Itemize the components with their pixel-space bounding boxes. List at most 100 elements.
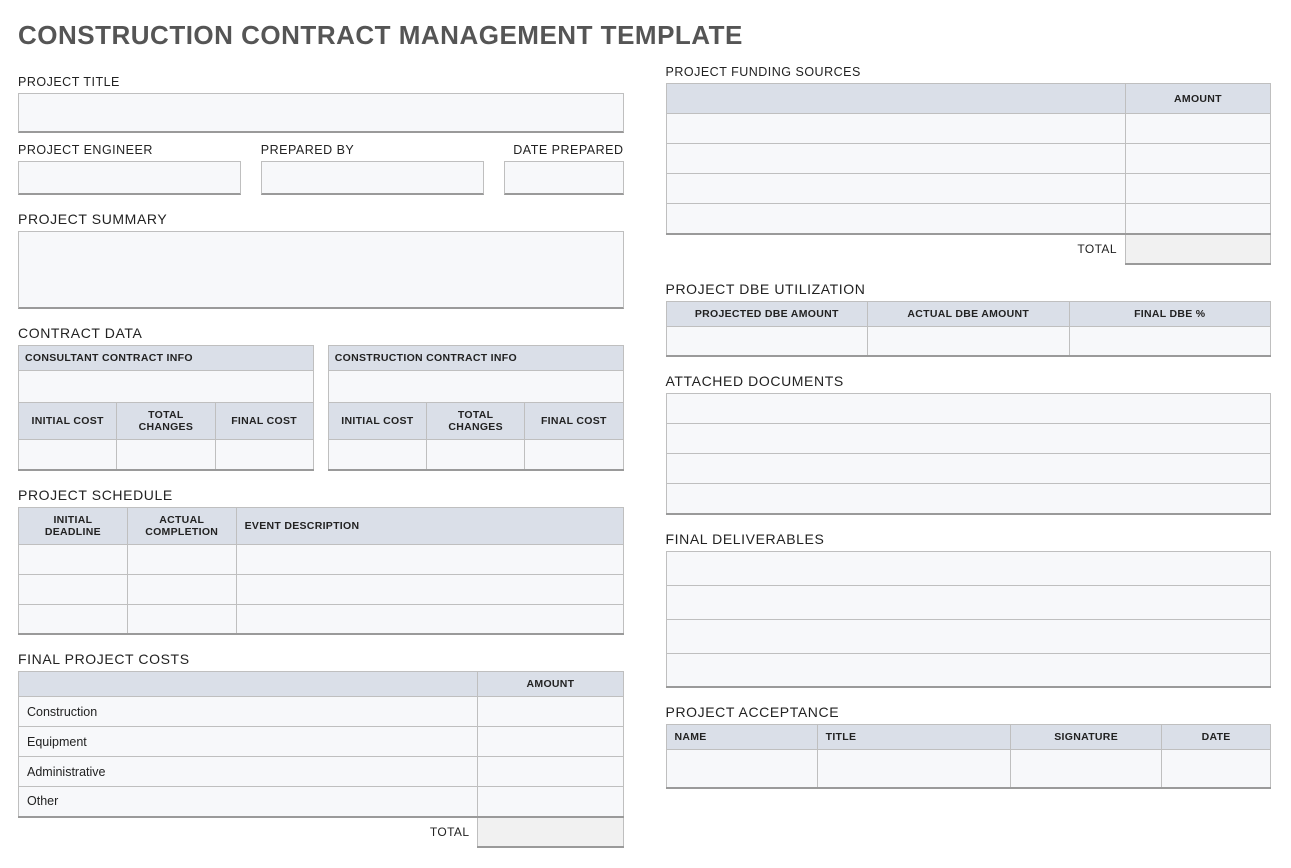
final-dbe-pct-cell[interactable] xyxy=(1069,326,1271,356)
blank-header xyxy=(666,84,1125,114)
project-schedule-table: INITIAL DEADLINE ACTUAL COMPLETION EVENT… xyxy=(18,507,624,636)
funding-sources-label: PROJECT FUNDING SOURCES xyxy=(666,65,1272,79)
project-engineer-label: PROJECT ENGINEER xyxy=(18,143,241,157)
final-project-costs-label: FINAL PROJECT COSTS xyxy=(18,651,624,667)
table-cell[interactable] xyxy=(666,454,1271,484)
name-header: NAME xyxy=(666,725,817,750)
projected-dbe-header: PROJECTED DBE AMOUNT xyxy=(666,301,868,326)
dbe-table: PROJECTED DBE AMOUNT ACTUAL DBE AMOUNT F… xyxy=(666,301,1272,358)
project-summary-label: PROJECT SUMMARY xyxy=(18,211,624,227)
table-cell[interactable] xyxy=(666,174,1125,204)
table-cell[interactable] xyxy=(19,604,128,634)
project-title-label: PROJECT TITLE xyxy=(18,75,624,89)
consultant-final-cost[interactable] xyxy=(215,440,313,470)
consultant-initial-cost[interactable] xyxy=(19,440,117,470)
table-cell[interactable] xyxy=(1125,114,1270,144)
event-description-header: EVENT DESCRIPTION xyxy=(236,507,623,544)
cost-row-label: Other xyxy=(19,787,478,817)
amount-header: AMOUNT xyxy=(478,672,623,697)
table-cell[interactable] xyxy=(127,544,236,574)
cost-row-label: Equipment xyxy=(19,727,478,757)
table-cell[interactable] xyxy=(19,574,128,604)
table-cell[interactable] xyxy=(1125,174,1270,204)
initial-deadline-header: INITIAL DEADLINE xyxy=(19,507,128,544)
project-title-input[interactable] xyxy=(18,93,624,133)
acceptance-name-cell[interactable] xyxy=(666,750,817,788)
cost-row-label: Administrative xyxy=(19,757,478,787)
table-cell[interactable] xyxy=(1125,144,1270,174)
total-changes-header-2: TOTAL CHANGES xyxy=(427,403,525,440)
table-cell[interactable] xyxy=(236,544,623,574)
table-cell[interactable] xyxy=(666,619,1271,653)
blank-header xyxy=(19,672,478,697)
table-cell[interactable] xyxy=(127,574,236,604)
cost-row-amount[interactable] xyxy=(478,727,623,757)
table-cell[interactable] xyxy=(666,424,1271,454)
total-amount[interactable] xyxy=(1125,234,1270,264)
right-column: PROJECT FUNDING SOURCES AMOUNT TOTAL PRO… xyxy=(666,65,1272,848)
project-summary-input[interactable] xyxy=(18,231,624,309)
table-cell[interactable] xyxy=(666,484,1271,514)
table-cell[interactable] xyxy=(1125,204,1270,234)
prepared-by-input[interactable] xyxy=(261,161,484,195)
project-acceptance-table: NAME TITLE SIGNATURE DATE xyxy=(666,724,1272,789)
total-label: TOTAL xyxy=(19,817,478,847)
total-changes-header: TOTAL CHANGES xyxy=(117,403,215,440)
table-cell[interactable] xyxy=(666,394,1271,424)
total-amount[interactable] xyxy=(478,817,623,847)
final-cost-header-2: FINAL COST xyxy=(525,403,623,440)
left-column: PROJECT TITLE PROJECT ENGINEER PREPARED … xyxy=(18,65,624,848)
final-dbe-pct-header: FINAL DBE % xyxy=(1069,301,1271,326)
consultant-contract-table: CONSULTANT CONTRACT INFO INITIAL COST TO… xyxy=(18,345,314,471)
initial-cost-header: INITIAL COST xyxy=(19,403,117,440)
contract-data-label: CONTRACT DATA xyxy=(18,325,624,341)
acceptance-title-cell[interactable] xyxy=(817,750,1010,788)
consultant-info-cell[interactable] xyxy=(19,371,314,403)
table-cell[interactable] xyxy=(19,544,128,574)
project-schedule-label: PROJECT SCHEDULE xyxy=(18,487,624,503)
attached-docs-table xyxy=(666,393,1272,515)
cost-row-amount[interactable] xyxy=(478,787,623,817)
actual-completion-header: ACTUAL COMPLETION xyxy=(127,507,236,544)
final-deliverables-table xyxy=(666,551,1272,689)
project-engineer-input[interactable] xyxy=(18,161,241,195)
table-cell[interactable] xyxy=(127,604,236,634)
cost-row-label: Construction xyxy=(19,697,478,727)
date-prepared-label: DATE PREPARED xyxy=(504,143,624,157)
amount-header: AMOUNT xyxy=(1125,84,1270,114)
table-cell[interactable] xyxy=(666,114,1125,144)
actual-dbe-cell[interactable] xyxy=(868,326,1070,356)
construction-total-changes[interactable] xyxy=(427,440,525,470)
project-acceptance-label: PROJECT ACCEPTANCE xyxy=(666,704,1272,720)
funding-sources-table: AMOUNT TOTAL xyxy=(666,83,1272,265)
table-cell[interactable] xyxy=(666,144,1125,174)
cost-row-amount[interactable] xyxy=(478,697,623,727)
final-project-costs-table: AMOUNT Construction Equipment Administra… xyxy=(18,671,624,848)
title-header: TITLE xyxy=(817,725,1010,750)
final-cost-header: FINAL COST xyxy=(215,403,313,440)
table-cell[interactable] xyxy=(666,551,1271,585)
final-deliverables-label: FINAL DELIVERABLES xyxy=(666,531,1272,547)
date-header: DATE xyxy=(1162,725,1271,750)
initial-cost-header-2: INITIAL COST xyxy=(328,403,426,440)
projected-dbe-cell[interactable] xyxy=(666,326,868,356)
construction-header: CONSTRUCTION CONTRACT INFO xyxy=(328,346,623,371)
acceptance-date-cell[interactable] xyxy=(1162,750,1271,788)
attached-docs-label: ATTACHED DOCUMENTS xyxy=(666,373,1272,389)
cost-row-amount[interactable] xyxy=(478,757,623,787)
acceptance-signature-cell[interactable] xyxy=(1011,750,1162,788)
date-prepared-input[interactable] xyxy=(504,161,624,195)
table-cell[interactable] xyxy=(666,585,1271,619)
construction-final-cost[interactable] xyxy=(525,440,623,470)
prepared-by-label: PREPARED BY xyxy=(261,143,484,157)
consultant-total-changes[interactable] xyxy=(117,440,215,470)
total-label: TOTAL xyxy=(666,234,1125,264)
construction-info-cell[interactable] xyxy=(328,371,623,403)
construction-contract-table: CONSTRUCTION CONTRACT INFO INITIAL COST … xyxy=(328,345,624,471)
table-cell[interactable] xyxy=(236,604,623,634)
table-cell[interactable] xyxy=(236,574,623,604)
consultant-header: CONSULTANT CONTRACT INFO xyxy=(19,346,314,371)
construction-initial-cost[interactable] xyxy=(328,440,426,470)
table-cell[interactable] xyxy=(666,204,1125,234)
table-cell[interactable] xyxy=(666,653,1271,687)
